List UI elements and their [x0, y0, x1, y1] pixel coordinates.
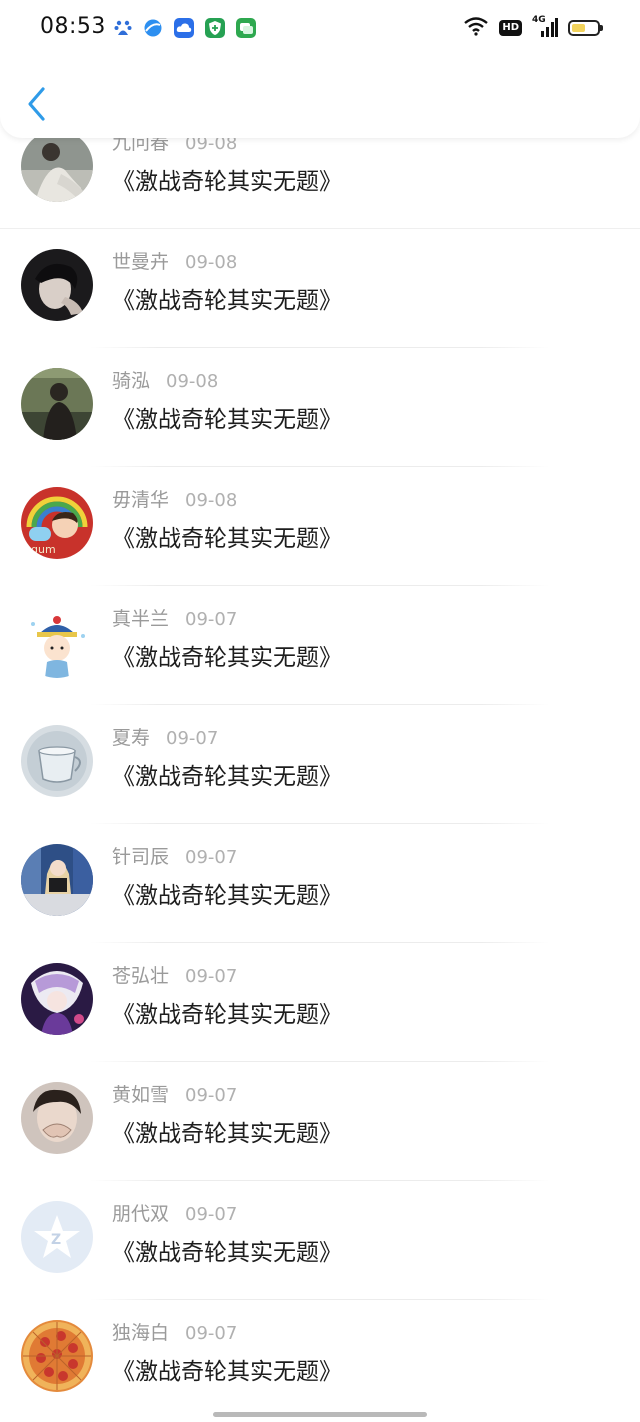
list-item[interactable]: Z 朋代双 09-07 《激战奇轮其实无题》	[0, 1181, 640, 1300]
comment-meta: 黄如雪 09-07	[112, 1080, 237, 1107]
battery-icon	[568, 20, 603, 36]
list-item[interactable]: 真半兰 09-07 《激战奇轮其实无题》	[0, 586, 640, 705]
commenter-name[interactable]: 黄如雪	[112, 1084, 169, 1106]
avatar[interactable]	[21, 1320, 93, 1392]
list-item[interactable]: 针司辰 09-07 《激战奇轮其实无题》	[0, 824, 640, 943]
comment-meta: 真半兰 09-07	[112, 604, 237, 631]
comment-text: 《激战奇轮其实无题》	[112, 288, 342, 314]
comment-meta: 针司辰 09-07	[112, 842, 237, 869]
comment-date: 09-08	[185, 252, 238, 273]
comment-meta: 夏寿 09-07	[112, 723, 218, 750]
list-item[interactable]: gum 毋清华 09-08 《激战奇轮其实无题》	[0, 467, 640, 586]
comment-text: 《激战奇轮其实无题》	[112, 526, 342, 552]
commenter-name[interactable]: 真半兰	[112, 608, 169, 630]
avatar[interactable]	[21, 606, 93, 678]
browser-icon	[143, 18, 163, 38]
commenter-name[interactable]: 毋清华	[112, 489, 169, 511]
comment-text: 《激战奇轮其实无题》	[112, 1359, 342, 1385]
comment-text: 《激战奇轮其实无题》	[112, 883, 342, 909]
comment-date: 09-07	[185, 847, 238, 868]
avatar[interactable]: Z	[21, 1201, 93, 1273]
status-time: 08:53	[40, 14, 106, 39]
comment-text: 《激战奇轮其实无题》	[112, 645, 342, 671]
comment-meta: 世曼卉 09-08	[112, 247, 237, 274]
list-item[interactable]: 黄如雪 09-07 《激战奇轮其实无题》	[0, 1062, 640, 1181]
status-bar: 08:53 HD 4G	[0, 0, 640, 56]
comment-text: 《激战奇轮其实无题》	[112, 764, 342, 790]
list-item[interactable]: 苍弘壮 09-07 《激战奇轮其实无题》	[0, 943, 640, 1062]
comment-date: 09-08	[166, 371, 219, 392]
comment-text: 《激战奇轮其实无题》	[112, 1240, 342, 1266]
comment-date: 09-07	[166, 728, 219, 749]
avatar[interactable]	[21, 368, 93, 440]
comment-meta: 骑泓 09-08	[112, 366, 218, 393]
commenter-name[interactable]: 苍弘壮	[112, 965, 169, 987]
system-icons: HD 4G	[463, 15, 603, 40]
commenter-name[interactable]: 针司辰	[112, 846, 169, 868]
network-type-label: 4G	[532, 15, 546, 25]
comment-text: 《激战奇轮其实无题》	[112, 1121, 342, 1147]
baidu-icon	[113, 18, 133, 38]
comment-date: 09-07	[185, 1085, 238, 1106]
list-item[interactable]: 世曼卉 09-08 《激战奇轮其实无题》	[0, 229, 640, 348]
commenter-name[interactable]: 朋代双	[112, 1203, 169, 1225]
comment-meta: 毋清华 09-08	[112, 485, 237, 512]
home-indicator[interactable]	[213, 1412, 427, 1417]
comment-date: 09-07	[185, 1204, 238, 1225]
comment-date: 09-08	[185, 490, 238, 511]
list-item[interactable]: 独海白 09-07 《激战奇轮其实无题》	[0, 1300, 640, 1419]
comment-text: 《激战奇轮其实无题》	[112, 407, 342, 433]
avatar[interactable]	[21, 249, 93, 321]
commenter-name[interactable]: 世曼卉	[112, 251, 169, 273]
comment-meta: 独海白 09-07	[112, 1318, 237, 1345]
avatar[interactable]	[21, 963, 93, 1035]
avatar[interactable]: gum	[21, 487, 93, 559]
commenter-name[interactable]: 独海白	[112, 1322, 169, 1344]
cloud-icon	[174, 18, 194, 38]
svg-text:gum: gum	[31, 543, 56, 556]
comment-meta: 朋代双 09-07	[112, 1199, 237, 1226]
avatar[interactable]	[21, 130, 93, 202]
comment-date: 09-07	[185, 966, 238, 987]
top-bar: 08:53 HD 4G	[0, 0, 640, 138]
list-item[interactable]: 夏寿 09-07 《激战奇轮其实无题》	[0, 705, 640, 824]
comment-date: 09-07	[185, 1323, 238, 1344]
messages-icon	[236, 18, 256, 38]
battery-tip	[600, 25, 603, 31]
comment-text: 《激战奇轮其实无题》	[112, 169, 342, 195]
cellular-signal-icon: 4G	[532, 15, 558, 39]
shield-app-icon	[205, 18, 225, 38]
comment-text: 《激战奇轮其实无题》	[112, 1002, 342, 1028]
battery-level	[572, 24, 585, 32]
list-item[interactable]: 骑泓 09-08 《激战奇轮其实无题》	[0, 348, 640, 467]
avatar[interactable]	[21, 1082, 93, 1154]
comment-meta: 苍弘壮 09-07	[112, 961, 237, 988]
svg-text:Z: Z	[51, 1232, 61, 1248]
avatar[interactable]	[21, 844, 93, 916]
commenter-name[interactable]: 夏寿	[112, 727, 150, 749]
wifi-icon	[463, 16, 489, 40]
back-button[interactable]	[16, 82, 56, 126]
comment-date: 09-07	[185, 609, 238, 630]
chevron-left-icon	[28, 87, 45, 121]
hd-badge: HD	[499, 20, 522, 36]
avatar[interactable]	[21, 725, 93, 797]
commenter-name[interactable]: 骑泓	[112, 370, 150, 392]
